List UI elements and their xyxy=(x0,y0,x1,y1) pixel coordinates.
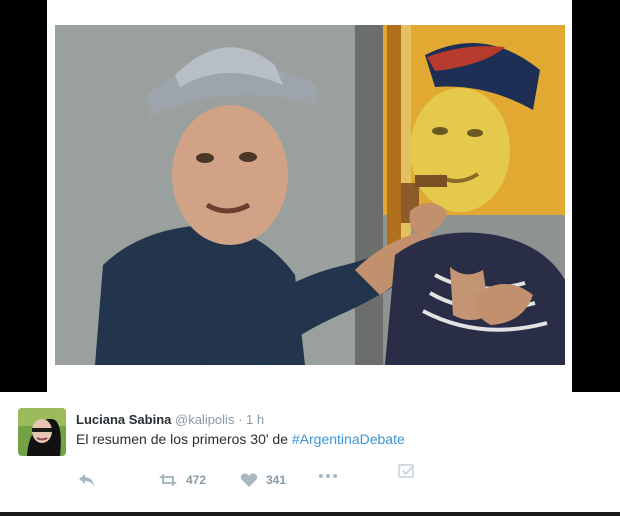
tweet-text: El resumen de los primeros 30' de #Argen… xyxy=(76,431,405,447)
heart-icon xyxy=(240,473,258,487)
avatar-image xyxy=(18,408,66,456)
save-button[interactable] xyxy=(398,462,416,478)
more-button[interactable] xyxy=(318,472,338,480)
retweet-count: 472 xyxy=(186,473,207,487)
photo-illustration xyxy=(55,25,565,365)
tweet-photo[interactable] xyxy=(55,25,565,365)
retweet-icon xyxy=(159,474,177,486)
reply-icon xyxy=(79,474,94,486)
tweet-actions: 472 341 xyxy=(78,464,438,492)
checkbox-icon xyxy=(398,464,414,478)
tweet-time[interactable]: 1 h xyxy=(246,412,264,427)
author-handle[interactable]: @kalipolis xyxy=(175,412,234,427)
more-icon xyxy=(319,474,337,478)
tweet-header: Luciana Sabina @kalipolis · 1 h xyxy=(76,412,264,428)
reply-button[interactable] xyxy=(78,472,96,488)
retweet-button[interactable]: 472 xyxy=(158,472,206,488)
like-button[interactable]: 341 xyxy=(240,472,286,488)
time-separator: · xyxy=(238,412,243,427)
hashtag-link[interactable]: #ArgentinaDebate xyxy=(292,431,405,447)
tweet-text-prefix: El resumen de los primeros 30' de xyxy=(76,431,292,447)
tweet-card: Luciana Sabina @kalipolis · 1 h El resum… xyxy=(0,392,620,512)
bottom-strip xyxy=(0,512,620,516)
like-count: 341 xyxy=(266,473,287,487)
author-name[interactable]: Luciana Sabina xyxy=(76,412,171,427)
avatar[interactable] xyxy=(18,408,66,456)
